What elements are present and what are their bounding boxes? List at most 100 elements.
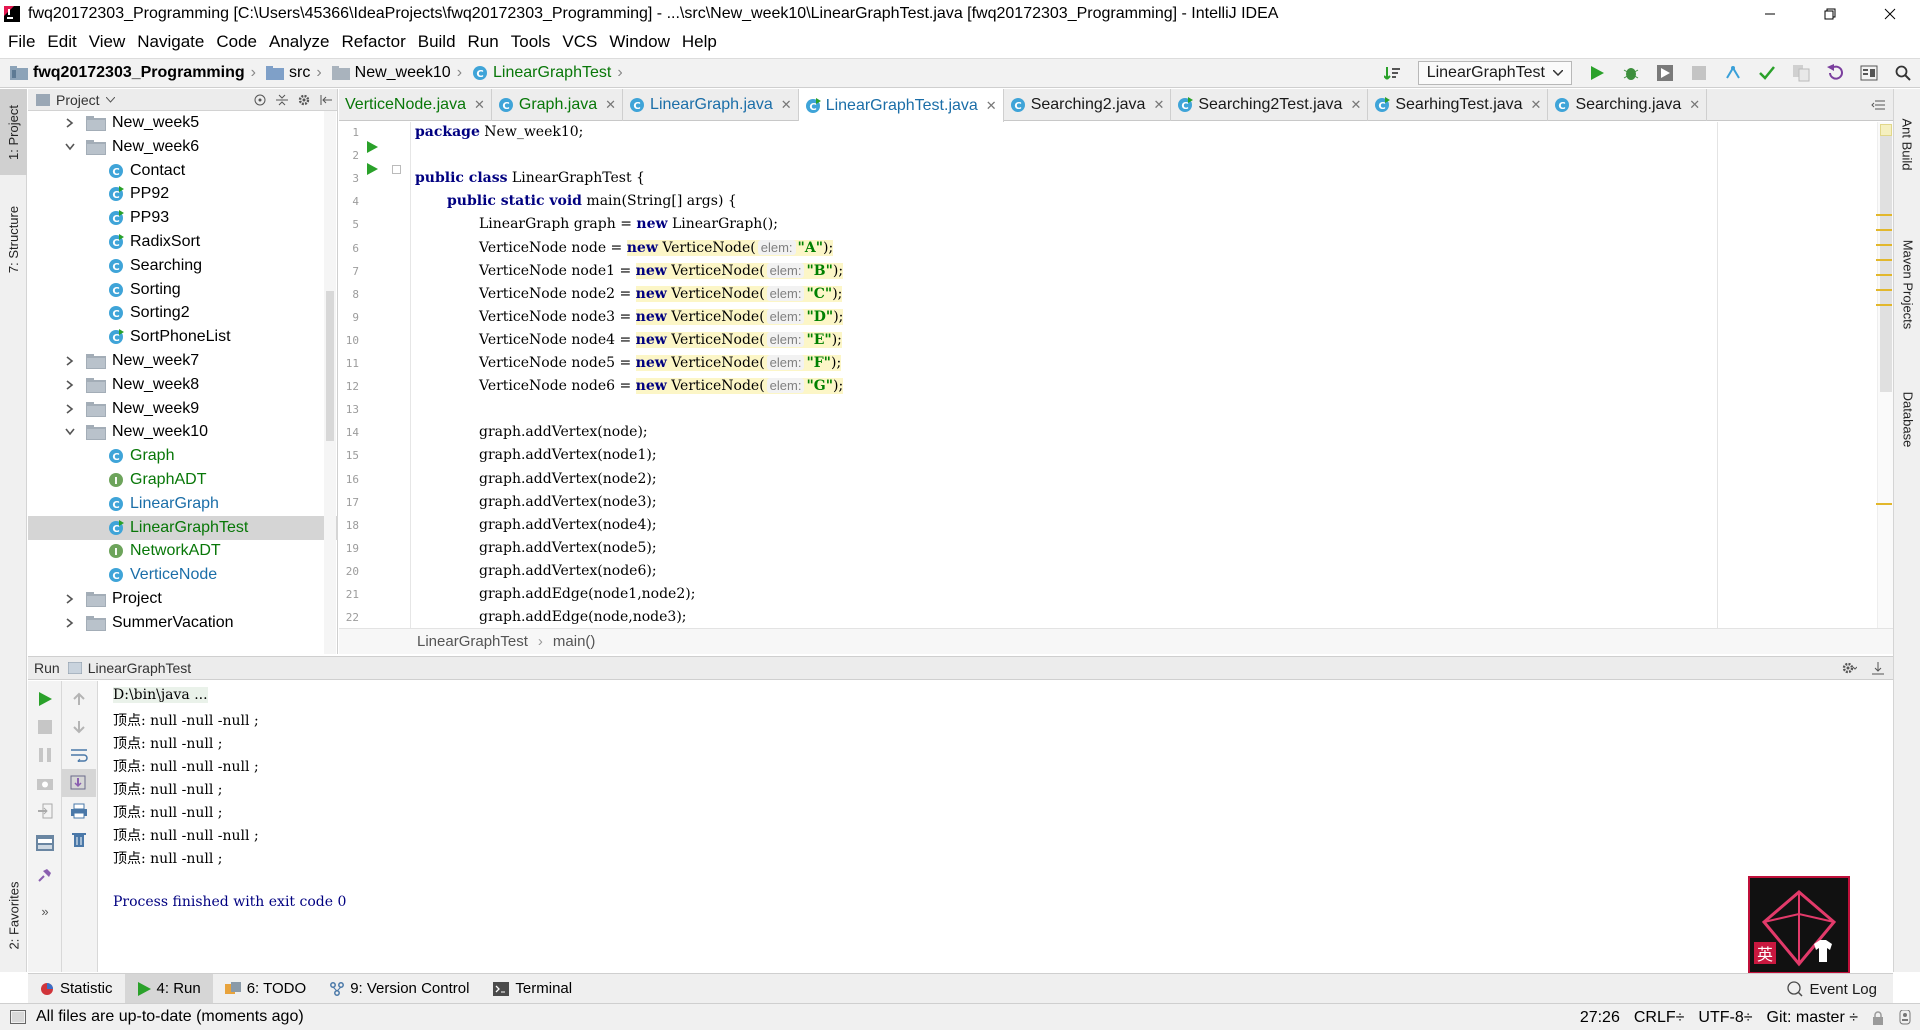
- file-encoding-selector[interactable]: UTF-8÷: [1698, 1009, 1752, 1027]
- chevron-right-icon[interactable]: [62, 618, 78, 628]
- chevron-right-icon[interactable]: [62, 594, 78, 604]
- input-method-widget[interactable]: 英: [1748, 876, 1850, 974]
- menu-analyze[interactable]: Analyze: [263, 32, 335, 52]
- breadcrumb-project[interactable]: fwq20172303_Programming: [0, 64, 245, 82]
- structure-tool-tab[interactable]: 7: Structure: [0, 189, 27, 289]
- project-structure-button[interactable]: [1852, 59, 1886, 87]
- menu-help[interactable]: Help: [676, 32, 723, 52]
- hide-panel-icon[interactable]: [319, 93, 333, 107]
- close-button[interactable]: [1860, 0, 1920, 28]
- tree-file-item[interactable]: C RadixSort: [28, 230, 338, 254]
- tab-list-menu-button[interactable]: [1863, 89, 1893, 120]
- tree-file-item[interactable]: C Sorting2: [28, 301, 338, 325]
- tree-file-item[interactable]: C VerticeNode: [28, 563, 338, 587]
- stop-button[interactable]: [1682, 59, 1716, 87]
- chevron-right-icon[interactable]: [62, 380, 78, 390]
- editor-scrollbar[interactable]: [1877, 122, 1893, 628]
- pin-tab-button[interactable]: [28, 861, 62, 889]
- close-tab-icon[interactable]: ✕: [605, 97, 616, 113]
- close-tab-icon[interactable]: ✕: [781, 97, 792, 113]
- pause-button[interactable]: [28, 741, 62, 769]
- breadcrumb-src[interactable]: src: [256, 64, 310, 82]
- scrollbar-thumb[interactable]: [326, 291, 334, 441]
- vcs-revert-button[interactable]: [1818, 59, 1852, 87]
- editor-tab[interactable]: C Graph.java ✕: [492, 89, 624, 121]
- chevron-right-icon[interactable]: [62, 356, 78, 366]
- tree-file-item[interactable]: C PP93: [28, 206, 338, 230]
- tree-folder-item[interactable]: New_week7: [28, 349, 338, 373]
- tree-file-item[interactable]: I GraphADT: [28, 468, 338, 492]
- close-tab-icon[interactable]: ✕: [1689, 97, 1700, 113]
- favorites-tool-tab[interactable]: 2: Favorites: [0, 865, 27, 965]
- chevron-down-icon[interactable]: [105, 96, 115, 103]
- run-gutter-icon[interactable]: [366, 163, 378, 175]
- tree-folder-item[interactable]: New_week6: [28, 135, 338, 159]
- run-configuration-selector[interactable]: LinearGraphTest: [1417, 61, 1572, 85]
- vcs-compare-button[interactable]: [1784, 59, 1818, 87]
- vcs-update-button[interactable]: [1716, 59, 1750, 87]
- ant-build-tool-tab[interactable]: Ant Build: [1894, 99, 1920, 189]
- stop-button[interactable]: [28, 713, 62, 741]
- caret-position[interactable]: 27:26: [1580, 1009, 1620, 1027]
- tree-file-item[interactable]: C LinearGraphTest: [28, 515, 338, 540]
- debug-button[interactable]: [1614, 59, 1648, 87]
- tree-file-item[interactable]: C Searching: [28, 254, 338, 278]
- editor-tab[interactable]: C LinearGraphTest.java ✕: [798, 89, 1004, 122]
- close-tab-icon[interactable]: ✕: [1350, 97, 1361, 113]
- close-tab-icon[interactable]: ✕: [474, 97, 485, 113]
- gear-icon[interactable]: [1841, 661, 1857, 675]
- menu-build[interactable]: Build: [412, 32, 462, 52]
- maven-projects-tool-tab[interactable]: Maven Projects: [1894, 219, 1920, 349]
- breadcrumb-package[interactable]: New_week10: [322, 64, 451, 82]
- tree-folder-item[interactable]: New_week8: [28, 373, 338, 397]
- editor-tab[interactable]: C Searching.java ✕: [1548, 89, 1708, 121]
- todo-tab[interactable]: 6: TODO: [213, 974, 318, 1004]
- chevron-right-icon[interactable]: [62, 403, 78, 414]
- tree-folder-item[interactable]: SummerVacation: [28, 611, 338, 635]
- lock-icon[interactable]: [1872, 1010, 1884, 1025]
- run-gutter-icon[interactable]: [366, 141, 378, 153]
- tree-file-item[interactable]: C Contact: [28, 159, 338, 183]
- restore-button[interactable]: [1800, 0, 1860, 28]
- tree-folder-item[interactable]: New_week10: [28, 420, 338, 444]
- menu-tools[interactable]: Tools: [505, 32, 557, 52]
- scroll-down-button[interactable]: [62, 713, 96, 741]
- print-button[interactable]: [62, 797, 96, 825]
- tree-file-item[interactable]: C Sorting: [28, 278, 338, 302]
- tree-file-item[interactable]: I NetworkADT: [28, 539, 338, 563]
- event-log-tab[interactable]: Event Log: [1787, 974, 1893, 1004]
- menu-window[interactable]: Window: [603, 32, 675, 52]
- menu-edit[interactable]: Edit: [41, 32, 82, 52]
- locate-file-icon[interactable]: [253, 93, 267, 107]
- menu-refactor[interactable]: Refactor: [335, 32, 411, 52]
- tree-file-item[interactable]: C PP92: [28, 182, 338, 206]
- coverage-button[interactable]: [1648, 59, 1682, 87]
- scroll-to-end-button[interactable]: [62, 769, 96, 797]
- tree-file-item[interactable]: C SortPhoneList: [28, 325, 338, 349]
- code-editor[interactable]: 1 2 3 4 5 6 7 8 9 10 11 12 13 14 15 16 17 18 19 20 21 22 pack…: [339, 122, 1893, 628]
- breadcrumb-file[interactable]: C LinearGraphTest: [462, 64, 611, 82]
- hide-panel-icon[interactable]: [1871, 661, 1885, 675]
- editor-tab[interactable]: C SearhingTest.java ✕: [1368, 89, 1549, 121]
- git-branch-selector[interactable]: Git: master ÷: [1767, 1009, 1858, 1027]
- clear-all-button[interactable]: [62, 825, 96, 853]
- menu-navigate[interactable]: Navigate: [131, 32, 210, 52]
- run-console[interactable]: D:\bin\java ... 顶点: null -null -null ; 顶点:…: [99, 681, 1893, 972]
- search-everywhere-button[interactable]: [1886, 59, 1920, 87]
- exit-button[interactable]: [28, 797, 62, 825]
- close-tab-icon[interactable]: ✕: [1531, 97, 1542, 113]
- tree-folder-item[interactable]: New_week9: [28, 397, 338, 421]
- fold-icon[interactable]: [392, 165, 401, 174]
- minimize-button[interactable]: [1740, 0, 1800, 28]
- tool-window-toggle-icon[interactable]: [10, 1010, 26, 1024]
- chevron-right-icon[interactable]: [62, 118, 78, 128]
- menu-code[interactable]: Code: [210, 32, 263, 52]
- tree-file-item[interactable]: C LinearGraph: [28, 492, 338, 516]
- status-message[interactable]: All files are up-to-date (moments ago): [36, 1008, 304, 1026]
- menu-run[interactable]: Run: [462, 32, 505, 52]
- chevron-down-icon[interactable]: [62, 143, 78, 151]
- rerun-button[interactable]: [28, 685, 62, 713]
- close-tab-icon[interactable]: ✕: [986, 98, 997, 114]
- statistic-tab[interactable]: Statistic: [28, 974, 125, 1004]
- project-tool-tab[interactable]: 1: Project: [0, 89, 27, 175]
